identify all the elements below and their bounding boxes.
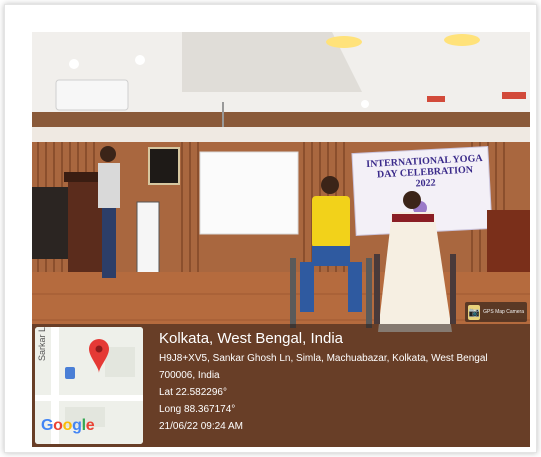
portrait-frame xyxy=(32,187,72,259)
geotagged-photo: INTERNATIONAL YOGA DAY CELEBRATION 2022 … xyxy=(32,32,530,447)
air-conditioner xyxy=(55,79,129,111)
google-letter: o xyxy=(62,417,73,434)
banner-text: INTERNATIONAL YOGA DAY CELEBRATION 2022 xyxy=(359,153,491,193)
ceiling-light xyxy=(69,59,79,69)
latitude: Lat 22.582296° xyxy=(159,387,227,398)
standing-man xyxy=(98,163,120,208)
street xyxy=(35,395,143,401)
longitude: Long 88.367174° xyxy=(159,404,236,415)
ceiling-light xyxy=(361,100,369,108)
google-letter: e xyxy=(85,417,95,434)
ceiling-light xyxy=(135,55,145,65)
google-letter: g xyxy=(72,417,82,434)
timestamp: 21/06/22 09:24 AM xyxy=(159,421,243,432)
portrait-frame xyxy=(148,147,180,185)
photo-frame: INTERNATIONAL YOGA DAY CELEBRATION 2022 … xyxy=(4,4,537,453)
projection-screen xyxy=(199,151,299,235)
google-letter: o xyxy=(53,417,63,434)
seated-man xyxy=(312,196,350,248)
mini-map: Sarkar Ln Google xyxy=(35,327,143,444)
ceiling-light xyxy=(326,36,362,48)
map-street-label: Sarkar Ln xyxy=(37,327,47,361)
ceiling-fixture xyxy=(427,96,445,102)
ceiling-light xyxy=(444,34,480,46)
gps-camera-badge: 📷 GPS Map Camera xyxy=(465,302,527,322)
standing-board xyxy=(136,201,160,278)
address-line-1: H9J8+XV5, Sankar Ghosh Ln, Simla, Machua… xyxy=(159,353,488,364)
location-title: Kolkata, West Bengal, India xyxy=(159,330,343,347)
ceiling-fixture xyxy=(502,92,526,99)
camera-icon: 📷 xyxy=(468,304,481,320)
google-letter: G xyxy=(41,417,54,434)
google-logo: Google xyxy=(41,417,95,435)
address-line-2: 700006, India xyxy=(159,370,220,381)
transit-icon xyxy=(65,367,75,379)
gps-camera-label: GPS Map Camera xyxy=(483,309,524,315)
